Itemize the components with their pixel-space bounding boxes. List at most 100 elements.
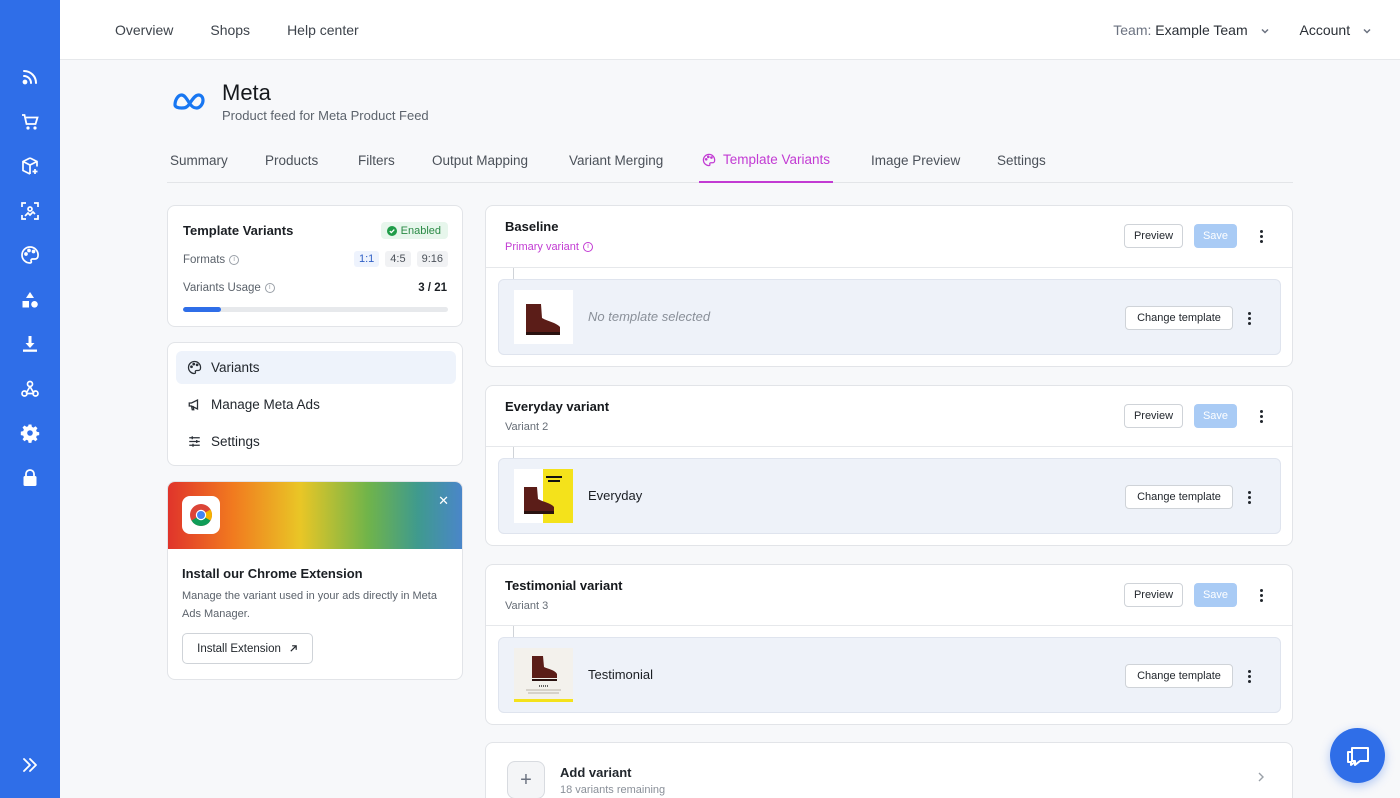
boot-thumbnail bbox=[514, 290, 573, 344]
team-selector[interactable]: Team: Example Team bbox=[1113, 22, 1269, 38]
account-label: Account bbox=[1299, 22, 1351, 38]
top-nav: Overview Shops Help center bbox=[115, 0, 359, 60]
add-variant-card[interactable]: + Add variant 18 variants remaining bbox=[485, 742, 1293, 798]
preview-button[interactable]: Preview bbox=[1124, 224, 1183, 248]
divider bbox=[486, 446, 1292, 447]
info-icon[interactable]: i bbox=[264, 283, 275, 293]
promo-body: Manage the variant used in your ads dire… bbox=[182, 590, 437, 620]
feed-icon[interactable] bbox=[19, 66, 41, 88]
webhook-icon[interactable] bbox=[19, 378, 41, 400]
save-button[interactable]: Save bbox=[1194, 224, 1237, 248]
menu-item-manage-meta-ads[interactable]: Manage Meta Ads bbox=[176, 388, 456, 421]
connector-line bbox=[513, 268, 514, 279]
more-options-icon[interactable] bbox=[1255, 585, 1267, 605]
shapes-icon[interactable] bbox=[19, 289, 41, 311]
nav-overview[interactable]: Overview bbox=[115, 22, 173, 38]
meta-logo-icon bbox=[173, 93, 205, 110]
close-icon[interactable]: ✕ bbox=[438, 493, 449, 509]
tab-image-preview[interactable]: Image Preview bbox=[868, 138, 963, 182]
install-extension-button[interactable]: Install Extension bbox=[182, 633, 313, 664]
expand-sidebar-icon[interactable] bbox=[19, 754, 41, 776]
gear-icon[interactable] bbox=[19, 422, 41, 444]
image-frame-icon[interactable] bbox=[19, 200, 41, 222]
tab-label: Template Variants bbox=[723, 152, 831, 167]
change-template-button[interactable]: Change template bbox=[1125, 664, 1233, 688]
change-template-button[interactable]: Change template bbox=[1125, 306, 1233, 330]
format-chip[interactable]: 9:16 bbox=[416, 251, 448, 267]
more-options-icon[interactable] bbox=[1255, 406, 1267, 426]
lock-icon[interactable] bbox=[19, 467, 41, 489]
tab-settings[interactable]: Settings bbox=[994, 138, 1049, 182]
boot-thumbnail bbox=[514, 469, 573, 523]
save-button[interactable]: Save bbox=[1194, 404, 1237, 428]
format-chip[interactable]: 4:5 bbox=[385, 251, 411, 267]
preview-button[interactable]: Preview bbox=[1124, 583, 1183, 607]
menu-item-label: Variants bbox=[211, 360, 260, 375]
chevron-down-icon bbox=[1260, 29, 1269, 34]
preview-button[interactable]: Preview bbox=[1124, 404, 1183, 428]
more-options-icon[interactable] bbox=[1243, 666, 1255, 686]
usage-progress-bar bbox=[183, 307, 448, 312]
variant-subtitle: Variant 3 bbox=[505, 600, 549, 612]
info-icon[interactable]: i bbox=[229, 255, 240, 265]
menu-item-settings[interactable]: Settings bbox=[176, 425, 456, 458]
variant-subtitle-text: Primary variant bbox=[505, 241, 579, 253]
chevron-right-icon bbox=[1258, 772, 1264, 782]
info-icon[interactable]: i bbox=[582, 242, 593, 252]
tab-summary[interactable]: Summary bbox=[167, 138, 231, 182]
download-icon[interactable] bbox=[19, 333, 41, 355]
variant-title: Baseline bbox=[505, 219, 559, 234]
variant-card-everyday: Everyday variant Variant 2 Preview Save … bbox=[485, 385, 1293, 546]
variant-subtitle: Variant 2 bbox=[505, 421, 549, 433]
variant-card-testimonial: Testimonial variant Variant 3 Preview Sa… bbox=[485, 564, 1293, 725]
tab-variant-merging[interactable]: Variant Merging bbox=[566, 138, 666, 182]
team-name: Example Team bbox=[1155, 22, 1248, 38]
page-subtitle: Product feed for Meta Product Feed bbox=[222, 108, 429, 123]
summary-title: Template Variants bbox=[183, 223, 294, 238]
top-bar: Overview Shops Help center Team: Example… bbox=[60, 0, 1400, 60]
tab-output-mapping[interactable]: Output Mapping bbox=[429, 138, 531, 182]
palette-icon bbox=[702, 153, 716, 166]
promo-title: Install our Chrome Extension bbox=[182, 566, 363, 581]
package-add-icon[interactable] bbox=[19, 155, 41, 177]
usage-progress-fill bbox=[183, 307, 221, 312]
connector-line bbox=[513, 447, 514, 458]
cart-icon[interactable] bbox=[19, 111, 41, 133]
left-rail bbox=[0, 0, 60, 798]
palette-icon[interactable] bbox=[19, 244, 41, 266]
format-chip[interactable]: 1:1 bbox=[353, 251, 380, 267]
variant-subtitle: Primary variant i bbox=[505, 241, 593, 253]
add-variant-subtitle: 18 variants remaining bbox=[560, 784, 666, 796]
nav-shops[interactable]: Shops bbox=[210, 22, 250, 38]
template-name: Testimonial bbox=[588, 667, 654, 682]
variant-title: Testimonial variant bbox=[505, 578, 623, 593]
nav-help-center[interactable]: Help center bbox=[287, 22, 359, 38]
tab-filters[interactable]: Filters bbox=[355, 138, 398, 182]
variant-card-baseline: Baseline Primary variant i Preview Save … bbox=[485, 205, 1293, 367]
formats-label: Formats i bbox=[183, 254, 240, 266]
chat-button[interactable] bbox=[1330, 728, 1385, 783]
chevron-down-icon bbox=[1363, 29, 1371, 34]
variant-title: Everyday variant bbox=[505, 399, 610, 414]
top-right-controls: Team: Example Team Account bbox=[1113, 0, 1372, 60]
account-menu[interactable]: Account bbox=[1300, 22, 1372, 38]
save-button[interactable]: Save bbox=[1194, 583, 1237, 607]
tab-products[interactable]: Products bbox=[262, 138, 321, 182]
usage-label: Variants Usage i bbox=[183, 282, 275, 294]
menu-item-variants[interactable]: Variants bbox=[176, 351, 456, 384]
chrome-logo-icon bbox=[182, 496, 220, 534]
change-template-button[interactable]: Change template bbox=[1125, 485, 1233, 509]
chat-icon bbox=[1346, 746, 1369, 766]
more-options-icon[interactable] bbox=[1243, 308, 1255, 328]
template-name: No template selected bbox=[588, 309, 711, 324]
status-badge: Enabled bbox=[380, 222, 448, 239]
tab-template-variants[interactable]: Template Variants bbox=[699, 138, 834, 183]
sliders-icon bbox=[189, 436, 200, 447]
more-options-icon[interactable] bbox=[1255, 226, 1267, 246]
menu-item-label: Manage Meta Ads bbox=[211, 397, 320, 412]
check-circle-icon bbox=[386, 225, 397, 236]
formats-label-text: Formats bbox=[183, 254, 226, 266]
more-options-icon[interactable] bbox=[1243, 487, 1255, 507]
template-slot: Testimonial Change template bbox=[498, 637, 1281, 713]
status-text: Enabled bbox=[400, 224, 441, 237]
